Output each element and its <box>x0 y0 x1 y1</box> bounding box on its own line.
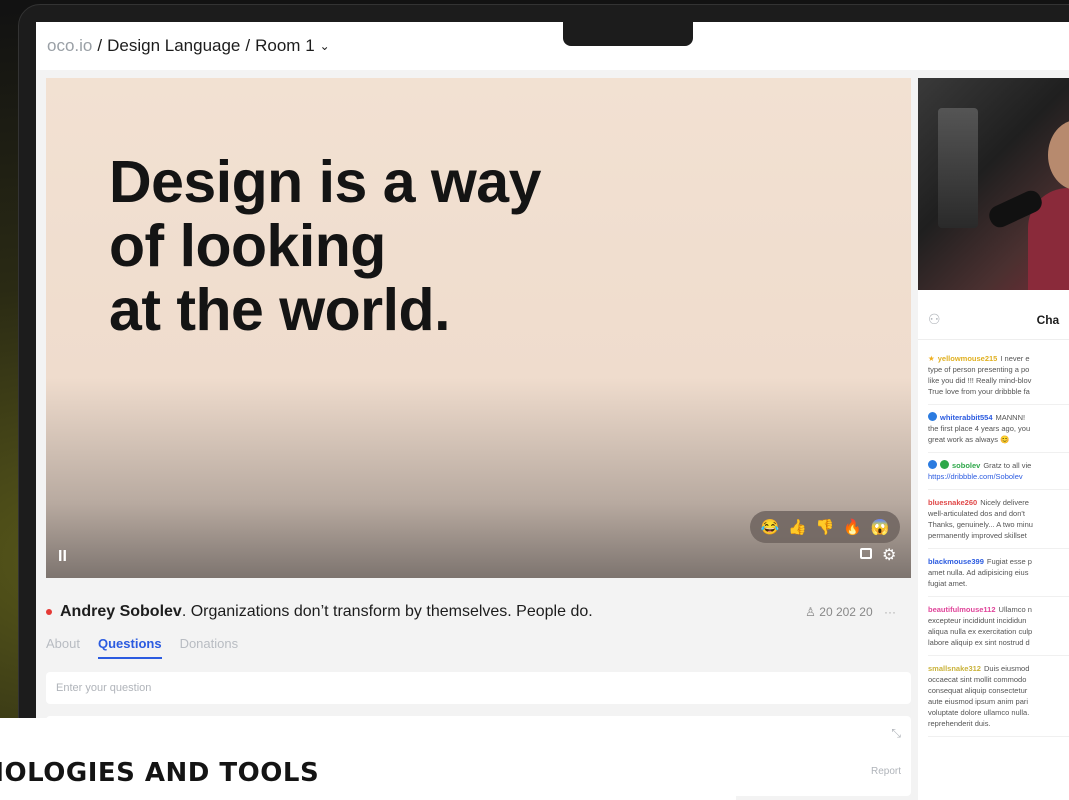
chat-username[interactable]: beautifulmouse112 <box>928 605 996 614</box>
stream-quote: . Organizations don’t transform by thems… <box>181 603 593 620</box>
breadcrumb-project[interactable]: Design Language <box>107 36 240 56</box>
chat-text: Duis eiusmod <box>983 664 1030 673</box>
user-icon: ♙ <box>805 605 816 619</box>
presenter-head <box>1048 120 1069 190</box>
breadcrumb: oco.io / Design Language / Room 1 ⌄ <box>36 22 1069 70</box>
chat-message: bluesnake260 Nicely delivere well-articul… <box>928 490 1069 549</box>
verified-icon <box>928 412 937 421</box>
chat-text: well-articulated dos and don't <box>928 509 1025 518</box>
live-indicator <box>46 609 52 615</box>
chat-message: smallsnake312 Duis eiusmod occaecat sint … <box>928 656 1069 737</box>
stream-info: Andrey Sobolev. Organizations don’t tran… <box>46 597 911 627</box>
thumbs-up-reaction-icon[interactable]: 👍 <box>788 518 807 536</box>
breadcrumb-domain[interactable]: oco.io <box>47 36 92 56</box>
chat-text: Ullamco n <box>998 605 1032 614</box>
chat-text: MANNN! <box>995 413 1026 422</box>
chat-username[interactable]: smallsnake312 <box>928 664 981 673</box>
chat-text: type of person presenting a po <box>928 365 1030 374</box>
chat-message: beautifulmouse112 Ullamco n excepteur inc… <box>928 597 1069 656</box>
section-heading: HNOLOGIES AND TOOLS <box>0 758 320 788</box>
chat-text: Thanks, genuinely... A two minu <box>928 520 1033 529</box>
chat-text: True love from your dribbble fa <box>928 387 1030 396</box>
viewer-count-value: 20 202 20 <box>819 605 873 619</box>
room-selector[interactable]: Room 1 <box>255 36 315 56</box>
more-icon[interactable]: ··· <box>884 605 896 619</box>
chat-text: Nicely delivere <box>980 498 1029 507</box>
chat-text: labore aliquip ex sint nostrud d <box>928 638 1030 647</box>
chat-message: sobolev Gratz to all vie https://dribbble… <box>928 453 1069 490</box>
chat-text: consequat aliquip consectetur <box>928 686 1028 695</box>
scream-reaction-icon[interactable]: 😱 <box>871 518 890 536</box>
gear-icon[interactable]: ⚙ <box>882 545 896 565</box>
laugh-reaction-icon[interactable]: 😂 <box>760 518 779 536</box>
chat-text: permanently improved skillset <box>928 531 1027 540</box>
chat-text: aliqua nulla ex exercitation culp <box>928 627 1033 636</box>
chat-text: Gratz to all vie <box>983 461 1032 470</box>
chat-username[interactable]: blackmouse399 <box>928 557 984 566</box>
sidebar: ⚇ Cha ★ yellowmouse215 I never e type of p… <box>918 78 1069 800</box>
video-player[interactable]: Design is a way of looking at the world.… <box>46 78 911 578</box>
chat-text: excepteur incididunt incididun <box>928 616 1027 625</box>
chat-username[interactable]: bluesnake260 <box>928 498 977 507</box>
chat-text: like you did !!! Really mind-blov <box>928 376 1032 385</box>
moderator-icon <box>940 460 949 469</box>
section-overlay-card: HNOLOGIES AND TOOLS <box>0 718 736 800</box>
fire-reaction-icon[interactable]: 🔥 <box>843 518 862 536</box>
chat-username[interactable]: yellowmouse215 <box>938 354 998 363</box>
chat-text: occaecat sint mollit commodo <box>928 675 1027 684</box>
chat-link[interactable]: https://dribbble.com/Sobolev <box>928 471 1069 482</box>
chat-message: whiterabbit554 MANNN! the first place 4 y… <box>928 405 1069 453</box>
chevron-down-icon[interactable]: ⌄ <box>320 39 330 53</box>
camera-notch <box>563 22 693 46</box>
viewer-count: ♙ 20 202 20 ··· <box>805 605 896 619</box>
chat-message: blackmouse399 Fugiat esse p amet nulla. A… <box>928 549 1069 597</box>
chat-text: aute eiusmod ipsum anim pari <box>928 697 1029 706</box>
thumbs-down-reaction-icon[interactable]: 👎 <box>816 518 835 536</box>
pause-icon[interactable]: II <box>58 548 67 566</box>
breadcrumb-separator: / <box>97 36 103 55</box>
app-screen: oco.io / Design Language / Room 1 ⌄ Desi… <box>36 22 1069 800</box>
tab-donations[interactable]: Donations <box>180 636 239 659</box>
studio-lamp <box>938 108 978 228</box>
breadcrumb-separator: / <box>245 36 251 55</box>
chat-username[interactable]: whiterabbit554 <box>940 413 993 422</box>
chat-text: fugiat amet. <box>928 579 968 588</box>
chat-list: ★ yellowmouse215 I never e type of person … <box>918 346 1069 737</box>
report-link[interactable]: Report <box>871 766 901 777</box>
tab-questions[interactable]: Questions <box>97 636 162 659</box>
chat-header: ⚇ Cha <box>918 300 1069 340</box>
slide-headline: Design is a way of looking at the world. <box>109 149 541 343</box>
chat-text: reprehenderit duis. <box>928 719 991 728</box>
chat-text: great work as always 😊 <box>928 435 1010 444</box>
fullscreen-icon[interactable] <box>860 548 872 559</box>
verified-icon <box>928 460 937 469</box>
presenter-name: Andrey Sobolev <box>60 603 182 620</box>
chat-text: the first place 4 years ago, you <box>928 424 1031 433</box>
content-tabs: About Questions Donations <box>46 636 238 659</box>
users-icon[interactable]: ⚇ <box>928 311 941 328</box>
chat-text: I never e <box>1000 354 1030 363</box>
expand-icon[interactable]: ⤡ <box>891 726 901 741</box>
chat-username[interactable]: sobolev <box>952 461 980 470</box>
question-input[interactable]: Enter your question <box>46 672 911 704</box>
tab-about[interactable]: About <box>46 636 80 659</box>
presenter-webcam <box>918 78 1069 290</box>
chat-text: voluptate dolore ullamco nulla. <box>928 708 1030 717</box>
chat-message: ★ yellowmouse215 I never e type of person … <box>928 346 1069 405</box>
chat-text: Fugiat esse p <box>986 557 1032 566</box>
reaction-bar: 😂 👍 👎 🔥 😱 <box>750 511 900 543</box>
chat-title: Cha <box>1036 312 1060 327</box>
chat-text: amet nulla. Ad adipisicing eius <box>928 568 1029 577</box>
star-icon: ★ <box>928 354 935 363</box>
stream-title: Andrey Sobolev. Organizations don’t tran… <box>60 603 593 621</box>
